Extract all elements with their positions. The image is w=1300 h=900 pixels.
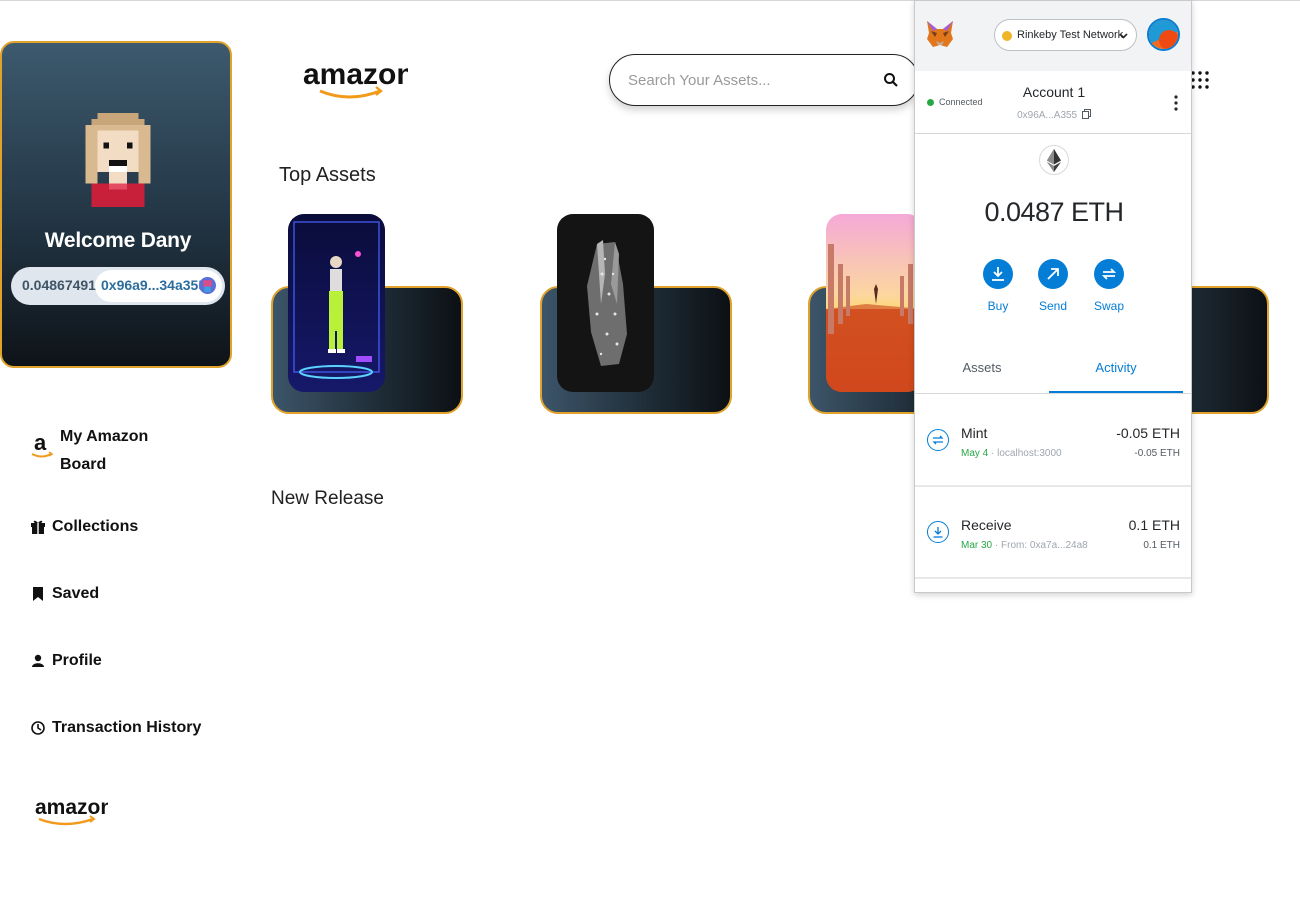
sidebar-item-label: Transaction History bbox=[52, 719, 202, 736]
transaction-origin: From: 0xa7a...24a8 bbox=[1001, 540, 1088, 551]
transaction-amount: 0.1 ETH bbox=[1128, 517, 1180, 533]
swap-icon bbox=[1101, 268, 1117, 280]
metamask-fox-icon[interactable] bbox=[925, 19, 955, 49]
welcome-text: Welcome Dany bbox=[44, 229, 192, 252]
gift-icon bbox=[31, 520, 45, 534]
metamask-popup: Rinkeby Test Network Connected Account 1… bbox=[914, 0, 1192, 593]
bookmark-icon bbox=[33, 587, 43, 601]
metamask-header: Rinkeby Test Network bbox=[915, 1, 1191, 71]
amazon-logo[interactable]: amazon bbox=[302, 56, 408, 104]
send-button[interactable]: Send bbox=[1036, 259, 1070, 313]
download-icon bbox=[992, 267, 1004, 281]
account-name[interactable]: Account 1 bbox=[915, 84, 1191, 100]
transaction-subtitle: May 4 · localhost:3000 bbox=[961, 448, 1062, 459]
user-icon bbox=[32, 654, 44, 667]
asset-image-sunset-corridor[interactable] bbox=[826, 214, 923, 392]
kebab-menu-icon[interactable] bbox=[1173, 95, 1179, 111]
transaction-subtitle: Mar 30 · From: 0xa7a...24a8 bbox=[961, 540, 1088, 551]
amazon-icon: a bbox=[31, 430, 54, 458]
search-input[interactable] bbox=[628, 69, 868, 91]
transaction-date: May 4 bbox=[961, 448, 989, 459]
history-icon bbox=[31, 721, 45, 735]
transaction-amount-secondary: -0.05 ETH bbox=[1134, 448, 1180, 459]
new-release-heading: New Release bbox=[271, 488, 384, 509]
transaction-title: Receive bbox=[961, 517, 1012, 533]
network-label: Rinkeby Test Network bbox=[1017, 29, 1124, 41]
ethereum-icon bbox=[1039, 145, 1069, 175]
swap-label: Swap bbox=[1093, 299, 1125, 313]
sidebar-item-profile[interactable]: Profile bbox=[30, 652, 102, 670]
asset-image-glove[interactable] bbox=[557, 214, 654, 392]
wallet-address[interactable]: 0x96a9...34a355 bbox=[101, 277, 206, 293]
sidebar-item-label: Profile bbox=[52, 652, 102, 669]
buy-button[interactable]: Buy bbox=[981, 259, 1015, 313]
tab-assets[interactable]: Assets bbox=[915, 353, 1049, 393]
buy-label: Buy bbox=[987, 299, 1009, 313]
transaction-item[interactable]: Receive Mar 30 · From: 0xa7a...24a8 0.1 … bbox=[915, 495, 1191, 585]
eth-balance: 0.0487 ETH bbox=[984, 197, 1124, 227]
divider bbox=[915, 485, 1191, 487]
buy-circle[interactable] bbox=[983, 259, 1013, 289]
profile-card: Welcome Dany 0.04867491 0x96a9...34a355 bbox=[0, 41, 232, 368]
asset-image-avatar[interactable] bbox=[288, 214, 385, 392]
pixel-avatar bbox=[85, 113, 151, 207]
send-arrow-icon bbox=[1047, 268, 1059, 280]
transaction-title: Mint bbox=[961, 425, 988, 441]
svg-text:amazon: amazon bbox=[35, 796, 108, 819]
transaction-amount: -0.05 ETH bbox=[1116, 425, 1180, 441]
send-label: Send bbox=[1038, 299, 1068, 313]
wallet-avatar-icon bbox=[199, 277, 216, 294]
transaction-amount-secondary: 0.1 ETH bbox=[1143, 540, 1180, 551]
sidebar-item-transaction-history[interactable]: Transaction History bbox=[30, 719, 201, 737]
top-assets-heading: Top Assets bbox=[279, 164, 376, 186]
transaction-date: Mar 30 bbox=[961, 540, 993, 551]
transaction-origin: localhost:3000 bbox=[997, 448, 1062, 459]
sidebar-item-label: Saved bbox=[52, 585, 100, 602]
search-box[interactable] bbox=[609, 54, 919, 106]
swap-icon bbox=[927, 429, 949, 451]
swap-circle[interactable] bbox=[1094, 259, 1124, 289]
account-identicon[interactable] bbox=[1147, 18, 1180, 51]
search-icon[interactable] bbox=[883, 72, 899, 88]
amazon-logo-footer[interactable]: amazon bbox=[33, 793, 108, 829]
receive-icon bbox=[927, 521, 949, 543]
svg-text:a: a bbox=[34, 430, 47, 455]
chevron-down-icon bbox=[1119, 33, 1128, 39]
sidebar-item-collections[interactable]: Collections bbox=[30, 518, 138, 536]
tab-activity[interactable]: Activity bbox=[1049, 353, 1183, 393]
copy-icon[interactable] bbox=[1081, 109, 1091, 119]
svg-text:amazon: amazon bbox=[303, 58, 408, 91]
divider bbox=[915, 577, 1191, 579]
account-address-row[interactable]: 0x96A...A355 bbox=[915, 109, 1191, 121]
wallet-address-box[interactable]: 0x96a9...34a355 bbox=[95, 270, 222, 302]
network-selector[interactable]: Rinkeby Test Network bbox=[994, 19, 1137, 51]
wallet-balance: 0.04867491 bbox=[22, 277, 96, 293]
transaction-item[interactable]: Mint May 4 · localhost:3000 -0.05 ETH -0… bbox=[915, 403, 1191, 493]
tabs-divider bbox=[915, 393, 1191, 394]
sidebar-item-saved[interactable]: Saved bbox=[30, 585, 99, 603]
account-address[interactable]: 0x96A...A355 bbox=[1017, 110, 1077, 121]
network-status-dot bbox=[1002, 31, 1012, 41]
sidebar-item-my-amazon-board[interactable]: My Amazon Board bbox=[60, 423, 170, 479]
wallet-pill: 0.04867491 0x96a9...34a355 bbox=[11, 267, 225, 305]
swap-button[interactable]: Swap bbox=[1092, 259, 1126, 313]
sidebar-item-label: Collections bbox=[52, 518, 139, 535]
apps-grid-icon[interactable] bbox=[1191, 71, 1209, 89]
send-circle[interactable] bbox=[1038, 259, 1068, 289]
divider bbox=[915, 133, 1191, 134]
